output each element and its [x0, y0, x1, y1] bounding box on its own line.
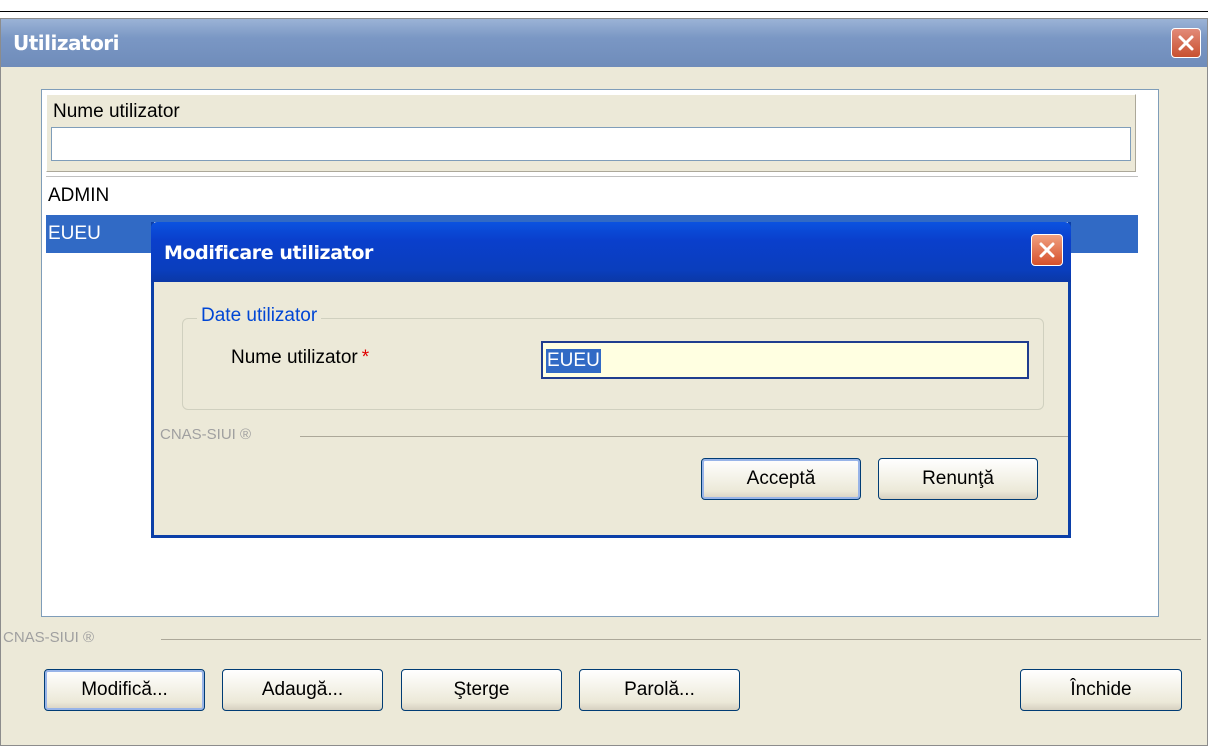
desktop-top-strip [0, 0, 1208, 12]
users-window-titlebar[interactable]: Utilizatori [1, 19, 1207, 67]
accept-button[interactable]: Acceptă [701, 458, 861, 500]
close-button[interactable]: Închide [1020, 669, 1182, 711]
dialog-titlebar[interactable]: Modificare utilizator [151, 222, 1071, 282]
close-icon [1039, 242, 1055, 258]
user-data-groupbox: Date utilizator Nume utilizator * EUEU [182, 305, 1044, 410]
filter-input[interactable] [51, 127, 1131, 161]
modify-button[interactable]: Modifică... [44, 669, 205, 711]
cancel-button[interactable]: Renunţă [878, 458, 1038, 500]
add-button[interactable]: Adaugă... [222, 669, 383, 711]
column-header-label: Nume utilizator [53, 101, 180, 122]
required-marker: * [361, 347, 370, 368]
dialog-close-button[interactable] [1031, 234, 1063, 266]
window-footer-divider [161, 639, 1201, 640]
username-input-value: EUEU [546, 349, 601, 373]
dialog-footer-legend: CNAS-SIUI ® [160, 426, 252, 443]
dialog-footer-divider [300, 436, 1068, 437]
delete-button[interactable]: Şterge [401, 669, 562, 711]
table-row[interactable]: ADMIN [46, 176, 1138, 214]
row-name: EUEU [48, 223, 101, 244]
username-input[interactable]: EUEU [541, 341, 1029, 379]
dialog-title: Modificare utilizator [164, 242, 373, 264]
window-title: Utilizatori [13, 31, 120, 55]
groupbox-title: Date utilizator [197, 305, 322, 327]
window-close-button[interactable] [1171, 28, 1201, 58]
close-icon [1178, 35, 1194, 51]
username-label: Nume utilizator * [231, 347, 369, 369]
column-header[interactable]: Nume utilizator [46, 94, 1136, 172]
password-button[interactable]: Parolă... [579, 669, 740, 711]
window-footer-legend: CNAS-SIUI ® [3, 629, 95, 646]
modify-user-dialog: Modificare utilizator Date utilizator Nu… [151, 222, 1071, 538]
username-label-text: Nume utilizator [231, 347, 358, 368]
row-name: ADMIN [48, 185, 110, 206]
